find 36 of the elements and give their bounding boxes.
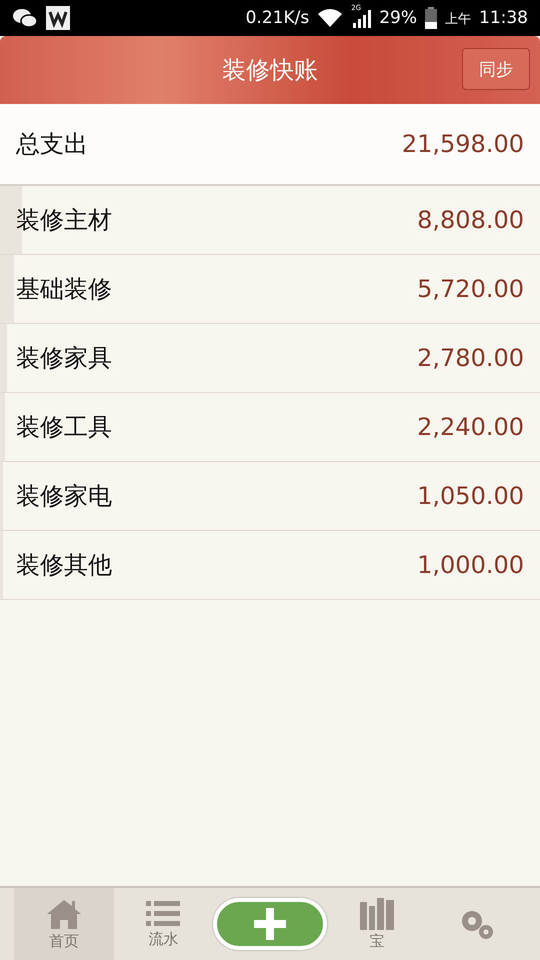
category-name: 装修家电: [16, 481, 112, 512]
category-name: 装修主材: [16, 205, 112, 236]
clock-time: 11:38: [479, 8, 528, 28]
amount: 2,780.00: [417, 344, 524, 372]
category-row[interactable]: 基础装修 5,720.00: [0, 255, 540, 324]
category-row[interactable]: 装修家电 1,050.00: [0, 462, 540, 531]
plus-icon: [254, 908, 286, 940]
document-app-icon[interactable]: [46, 6, 70, 30]
category-row[interactable]: 装修家具 2,780.00: [0, 324, 540, 393]
nav-tab[interactable]: 宝: [327, 888, 426, 960]
battery-icon: [425, 7, 437, 29]
category-name: 装修家具: [16, 343, 112, 374]
list-icon: [146, 900, 180, 928]
books-icon: [360, 898, 394, 930]
category-name: 基础装修: [16, 274, 112, 305]
amount: 1,050.00: [417, 482, 524, 510]
amount: 1,000.00: [417, 551, 524, 579]
category-row[interactable]: 装修其他 1,000.00: [0, 531, 540, 600]
wifi-icon: [317, 8, 344, 28]
app-title: 装修快账: [222, 55, 318, 86]
add-button[interactable]: [213, 898, 327, 950]
category-name: 装修其他: [16, 550, 112, 581]
nav-tab[interactable]: 流水: [114, 888, 213, 960]
time-period: 上午: [445, 12, 471, 27]
network-speed: 0.21K/s: [246, 8, 310, 28]
battery-percent: 29%: [379, 8, 417, 28]
total-amount: 21,598.00: [402, 130, 524, 158]
chat-icon[interactable]: [12, 7, 38, 29]
amount: 8,808.00: [417, 206, 524, 234]
category-row[interactable]: 装修主材 8,808.00: [0, 186, 540, 255]
category-row[interactable]: 装修工具 2,240.00: [0, 393, 540, 462]
amount: 5,720.00: [417, 275, 524, 303]
category-name: 装修工具: [16, 412, 112, 443]
total-label: 总支出: [16, 129, 88, 160]
home-icon: [44, 898, 83, 930]
amount: 2,240.00: [417, 413, 524, 441]
